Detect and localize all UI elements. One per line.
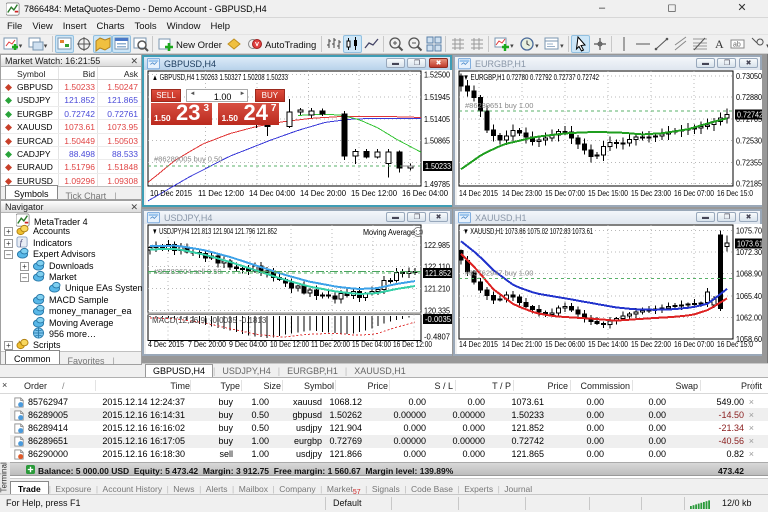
svg-text:10 Dec 2015: 10 Dec 2015 [150,189,193,198]
svg-text:1.51945: 1.51945 [424,93,450,102]
svg-text:Moving Average: Moving Average [363,228,415,237]
svg-text:14 Dec 2015: 14 Dec 2015 [459,189,498,198]
svg-text:14 Dec 23:00: 14 Dec 23:00 [502,189,542,198]
svg-text:▼ EURGBP,H1 0.72780 0.72792 0: ▼ EURGBP,H1 0.72780 0.72792 0.72737 0.72… [463,73,599,82]
svg-text:11 Dec 12:00: 11 Dec 12:00 [198,189,245,198]
svg-text:1.51405: 1.51405 [424,115,450,124]
svg-text:1075.70: 1075.70 [736,226,762,235]
svg-text:16 Dec 15:0: 16 Dec 15:0 [717,340,753,349]
svg-text:1065.40: 1065.40 [736,292,762,301]
svg-text:1.50233: 1.50233 [425,162,451,171]
svg-text:0.72880: 0.72880 [736,93,762,102]
svg-text:▼ XAUUSD,H1 1073.86 1075.02 1: ▼ XAUUSD,H1 1073.86 1075.02 1072.83 1073… [463,227,593,236]
svg-text:14 Dec 04:00: 14 Dec 04:00 [249,189,296,198]
svg-text:14 Dec 20:00: 14 Dec 20:00 [300,189,347,198]
svg-text:14 Dec 2015: 14 Dec 2015 [459,340,498,349]
svg-text:121.210: 121.210 [424,285,450,294]
svg-text:15 Dec 12:00: 15 Dec 12:00 [351,189,398,198]
svg-text:14 Dec 21:00: 14 Dec 21:00 [502,340,542,349]
svg-text:1062.00: 1062.00 [736,314,762,323]
svg-text:A: A [715,37,724,51]
svg-text:0.72185: 0.72185 [736,180,762,189]
svg-text:#85762947 buy 1.00: #85762947 buy 1.00 [465,269,533,278]
svg-text:15 Dec 15:00: 15 Dec 15:00 [588,189,628,198]
svg-text:4 Dec 2015: 4 Dec 2015 [148,340,184,349]
svg-text:0.72742: 0.72742 [737,110,762,119]
svg-text:ab: ab [733,42,741,49]
svg-text:0.72530: 0.72530 [736,137,762,146]
svg-text:MACD(12,26,9) -0.0035 -0.1813: MACD(12,26,9) -0.0035 -0.1813 [152,316,267,325]
svg-text:16 Dec 15:0: 16 Dec 15:0 [717,189,753,198]
svg-text:7 Dec 20:00: 7 Dec 20:00 [188,340,226,349]
svg-text:#86289651 buy 1.00: #86289651 buy 1.00 [465,101,533,110]
svg-text:▲ GBPUSD,H4 1.50263 1.50327 1: ▲ GBPUSD,H4 1.50263 1.50327 1.50208 1.50… [152,73,288,82]
svg-text:#86289005 buy 0.50: #86289005 buy 0.50 [154,155,222,164]
svg-text:15 Dec 22:00: 15 Dec 22:00 [631,340,671,349]
svg-text:11 Dec 20:00: 11 Dec 20:00 [311,340,350,349]
svg-text:1.50865: 1.50865 [424,137,450,146]
svg-text:15 Dec 23:00: 15 Dec 23:00 [631,189,671,198]
svg-text:1.52500: 1.52500 [424,71,450,80]
svg-text:0.72355: 0.72355 [736,158,762,167]
svg-text:15 Dec 04:00: 15 Dec 04:00 [352,340,391,349]
svg-text:10 Dec 12:00: 10 Dec 12:00 [270,340,309,349]
svg-text:0.73050: 0.73050 [736,72,762,81]
svg-text:▼ USDJPY,H4 121.813 121.904 1: ▼ USDJPY,H4 121.813 121.904 121.796 121.… [152,227,277,236]
svg-text:1068.90: 1068.90 [736,270,762,279]
svg-text:122.985: 122.985 [424,241,450,250]
svg-text:-0.0035: -0.0035 [425,315,452,324]
svg-text:1072.30: 1072.30 [736,248,762,257]
svg-text:9 Dec 04:00: 9 Dec 04:00 [229,340,267,349]
svg-text:15 Dec 14:00: 15 Dec 14:00 [588,340,628,349]
svg-text:121.852: 121.852 [425,269,451,278]
svg-text:1073.61: 1073.61 [737,240,762,249]
svg-text:1.49785: 1.49785 [424,180,450,189]
svg-text:15 Dec 06:00: 15 Dec 06:00 [545,340,585,349]
svg-text:16 Dec 07:00: 16 Dec 07:00 [674,340,714,349]
svg-text:16 Dec 07:00: 16 Dec 07:00 [674,189,714,198]
svg-text:16 Dec 12:00: 16 Dec 12:00 [393,340,432,349]
svg-text:15 Dec 07:00: 15 Dec 07:00 [545,189,585,198]
svg-text:16 Dec 04:00: 16 Dec 04:00 [402,189,449,198]
